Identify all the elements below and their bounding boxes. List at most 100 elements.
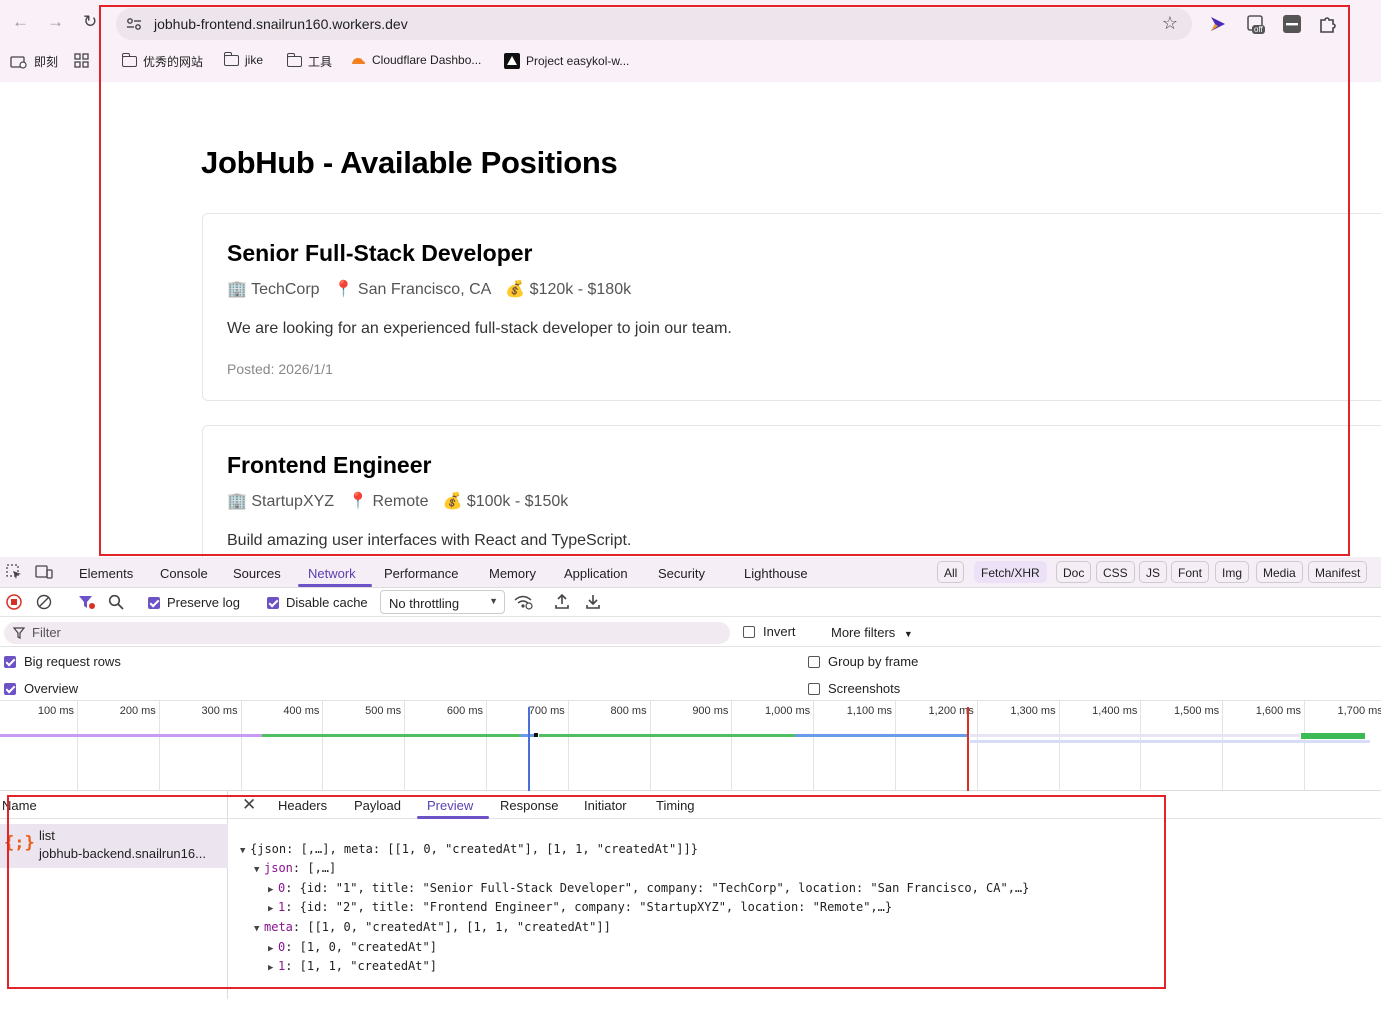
bookmark-item[interactable] <box>74 53 90 69</box>
tab-headers[interactable]: Headers <box>278 798 327 813</box>
extension-off-icon[interactable]: off <box>1246 14 1266 34</box>
network-conditions-icon[interactable] <box>513 594 533 610</box>
tree-node-meta-0[interactable]: ▶ 0: [1, 0, "createdAt"] <box>240 939 1029 959</box>
timeline-tick-label: 1,400 ms <box>1092 705 1138 717</box>
url-text[interactable]: jobhub-frontend.snailrun160.workers.dev <box>154 16 408 32</box>
type-filter-manifest[interactable]: Manifest <box>1308 561 1368 583</box>
search-icon[interactable] <box>108 594 124 610</box>
tab-response[interactable]: Response <box>500 798 559 813</box>
bookmark-label: Project easykol-w... <box>526 54 630 68</box>
tab-console[interactable]: Console <box>160 566 208 581</box>
tab-initiator[interactable]: Initiator <box>584 798 627 813</box>
more-filters-dropdown[interactable]: More filters ▼ <box>831 625 913 640</box>
overview-checkbox[interactable]: Overview <box>4 681 78 696</box>
filter-funnel-icon[interactable] <box>78 594 96 610</box>
type-filter-font[interactable]: Font <box>1171 561 1210 583</box>
checkbox-label: Preserve log <box>167 595 240 610</box>
filter-input[interactable]: Filter <box>4 622 730 644</box>
bookmark-label: 即刻 <box>34 55 59 69</box>
checkbox-label: Invert <box>763 624 796 639</box>
tab-performance[interactable]: Performance <box>384 566 458 581</box>
company-label: 🏢 TechCorp <box>227 281 320 298</box>
group-by-frame-checkbox[interactable]: Group by frame <box>808 654 918 669</box>
disable-cache-checkbox[interactable]: Disable cache <box>267 595 368 610</box>
tree-node-meta[interactable]: ▼ meta: [[1, 0, "createdAt"], [1, 1, "cre… <box>240 919 1029 939</box>
type-filter-all[interactable]: All <box>937 561 965 583</box>
timeline-bar <box>534 733 538 737</box>
type-filter-fetch-xhr[interactable]: Fetch/XHR <box>974 561 1047 583</box>
timeline-bar <box>262 734 520 737</box>
job-card[interactable]: Senior Full-Stack Developer 🏢 TechCorp 📍… <box>202 213 1381 401</box>
preserve-log-checkbox[interactable]: Preserve log <box>148 595 240 610</box>
address-bar[interactable]: jobhub-frontend.snailrun160.workers.dev … <box>116 8 1192 40</box>
tab-lighthouse[interactable]: Lighthouse <box>744 566 808 581</box>
type-filter-img[interactable]: Img <box>1215 561 1250 583</box>
tab-timing[interactable]: Timing <box>656 798 695 813</box>
timeline-gridline <box>322 701 324 791</box>
extension-arrow-icon[interactable] <box>1208 14 1228 34</box>
tab-preview[interactable]: Preview <box>427 798 473 813</box>
bookmark-star-icon[interactable]: ☆ <box>1162 13 1178 34</box>
invert-checkbox[interactable]: Invert <box>743 624 796 639</box>
clear-log-icon[interactable] <box>36 594 52 610</box>
timeline-gridline <box>1304 701 1305 791</box>
timeline-gridline <box>731 701 733 791</box>
inspect-element-icon[interactable] <box>6 564 22 580</box>
import-har-icon[interactable] <box>554 593 570 611</box>
type-filter-css[interactable]: CSS <box>1096 561 1135 583</box>
checkbox-label: Group by frame <box>828 654 919 669</box>
bookmark-label: 工具 <box>308 55 333 69</box>
timeline-tick-label: 800 ms <box>610 705 647 717</box>
tree-node-json[interactable]: ▼ json: [,…] <box>240 860 1029 880</box>
forward-icon[interactable]: → <box>47 13 64 30</box>
tab-application[interactable]: Application <box>564 566 628 581</box>
timeline-bar <box>0 734 262 737</box>
tree-node-root[interactable]: ▼ {json: [,…], meta: [[1, 0, "createdAt"]… <box>240 841 1029 861</box>
tree-node-item-0[interactable]: ▶ 0: {id: "1", title: "Senior Full-Stack … <box>240 880 1029 900</box>
extensions-puzzle-icon[interactable] <box>1318 14 1338 34</box>
tab-payload[interactable]: Payload <box>354 798 401 813</box>
screenshots-checkbox[interactable]: Screenshots <box>808 681 900 696</box>
column-header-name[interactable]: Name <box>0 791 228 819</box>
tree-node-meta-1[interactable]: ▶ 1: [1, 1, "createdAt"] <box>240 958 1029 978</box>
device-toolbar-icon[interactable] <box>35 564 53 580</box>
fetch-request-icon: {;} <box>4 833 35 853</box>
bookmark-item[interactable]: Cloudflare Dashbo... <box>350 53 481 67</box>
checkbox-label: Overview <box>24 681 79 696</box>
extension-minus-icon[interactable] <box>1282 14 1302 34</box>
bookmark-item[interactable]: jike <box>224 51 263 67</box>
close-icon[interactable]: ✕ <box>242 795 256 815</box>
bookmark-item[interactable]: 优秀的网站 <box>122 53 203 70</box>
record-stop-icon[interactable] <box>6 594 22 610</box>
tab-memory[interactable]: Memory <box>489 566 536 581</box>
reload-icon[interactable]: ↻ <box>83 13 97 30</box>
throttling-select[interactable]: No throttling ▼ <box>380 590 505 614</box>
big-request-rows-checkbox[interactable]: Big request rows <box>4 654 121 669</box>
bookmark-item[interactable]: 即刻 <box>10 53 58 70</box>
bookmark-item[interactable]: 工具 <box>287 53 332 70</box>
tab-sources[interactable]: Sources <box>233 566 281 581</box>
checkbox-checked <box>4 682 16 695</box>
folder-icon <box>122 53 137 67</box>
bookmark-item[interactable]: Project easykol-w... <box>504 53 629 69</box>
type-filter-doc[interactable]: Doc <box>1056 561 1092 583</box>
job-description: We are looking for an experienced full-s… <box>227 320 732 337</box>
request-row[interactable]: {;} list jobhub-backend.snailrun16... <box>0 824 228 868</box>
site-settings-icon[interactable] <box>126 17 142 31</box>
type-filter-js[interactable]: JS <box>1139 561 1168 583</box>
job-card[interactable]: Frontend Engineer 🏢 StartupXYZ 📍 Remote … <box>202 425 1381 557</box>
request-detail-tabs: ✕ Headers Payload Preview Response Initi… <box>228 791 1381 819</box>
network-overview-timeline[interactable]: 100 ms 200 ms 300 ms 400 ms 500 ms 600 ms 700 … <box>0 701 1381 791</box>
tab-elements[interactable]: Elements <box>79 566 133 581</box>
tab-network[interactable]: Network <box>308 566 356 581</box>
load-event-marker <box>967 707 969 791</box>
tree-node-item-1[interactable]: ▶ 1: {id: "2", title: "Frontend Engineer"… <box>240 899 1029 919</box>
tree-value: : {id: "2", title: "Frontend Engineer", … <box>285 900 893 915</box>
timeline-gridline <box>158 701 160 791</box>
export-har-icon[interactable] <box>585 593 601 611</box>
timeline-tick-label: 900 ms <box>692 705 729 717</box>
timeline-tick-label: 1,000 ms <box>764 705 811 717</box>
tab-security[interactable]: Security <box>658 566 705 581</box>
back-icon[interactable]: ← <box>12 13 29 30</box>
type-filter-media[interactable]: Media <box>1256 561 1303 583</box>
